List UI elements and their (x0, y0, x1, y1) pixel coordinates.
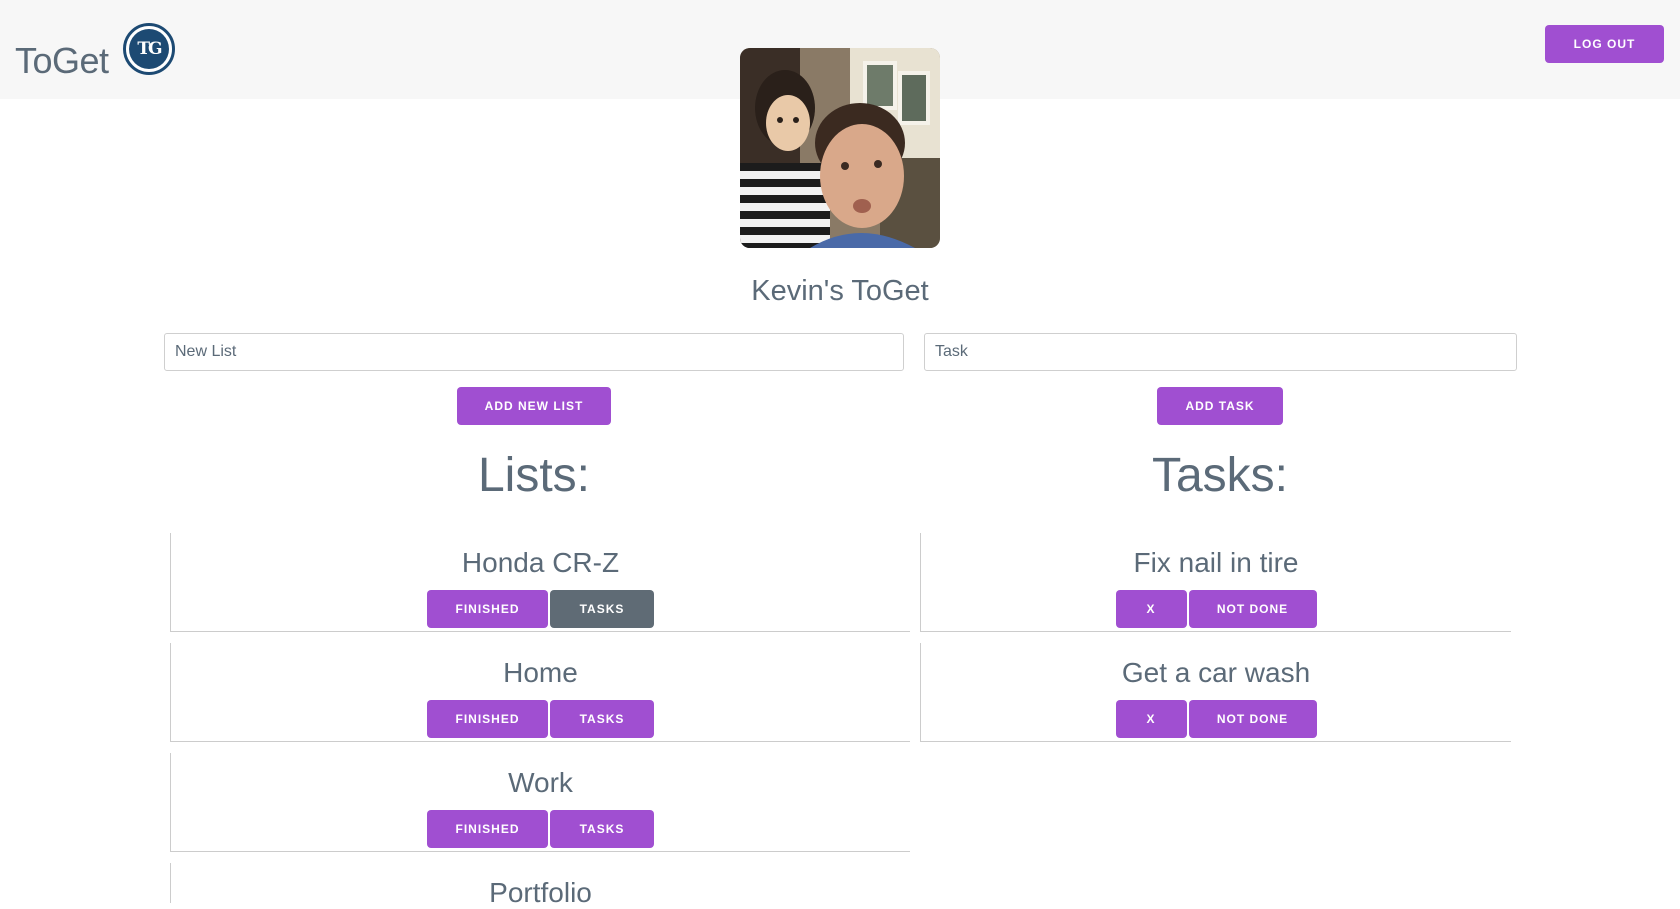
tasks-button[interactable]: TASKS (550, 810, 654, 848)
task-input[interactable] (924, 333, 1517, 371)
list-card: Honda CR-Z FINISHED TASKS (170, 533, 910, 632)
list-name: Home (503, 657, 578, 688)
add-task-button[interactable]: ADD TASK (1157, 387, 1283, 425)
task-card: Get a car wash X NOT DONE (920, 643, 1511, 742)
task-card: Fix nail in tire X NOT DONE (920, 533, 1511, 632)
finished-button[interactable]: FINISHED (427, 810, 548, 848)
tasks-button[interactable]: TASKS (550, 700, 654, 738)
logo-icon[interactable]: TG (123, 23, 175, 75)
task-actions: X NOT DONE (921, 700, 1511, 738)
tasks-heading: Tasks: (1151, 449, 1289, 502)
finished-button[interactable]: FINISHED (427, 700, 548, 738)
list-card: Work FINISHED TASKS (170, 753, 910, 852)
list-name: Portfolio (489, 877, 592, 908)
logout-button[interactable]: LOG OUT (1545, 25, 1664, 63)
list-actions: FINISHED TASKS (171, 810, 910, 848)
list-name: Honda CR-Z (461, 547, 620, 578)
add-new-list-button[interactable]: ADD NEW LIST (457, 387, 611, 425)
profile-photo-image (740, 48, 940, 248)
logo-monogram: TG (129, 29, 169, 69)
task-name: Get a car wash (1121, 657, 1311, 688)
lists-heading: Lists: (477, 449, 591, 502)
brand-name[interactable]: ToGet (15, 40, 109, 82)
list-card: Home FINISHED TASKS (170, 643, 910, 742)
list-actions: FINISHED TASKS (171, 590, 910, 628)
list-actions: FINISHED TASKS (171, 700, 910, 738)
list-name: Work (508, 767, 573, 798)
list-card: Portfolio (170, 863, 910, 908)
not-done-button[interactable]: NOT DONE (1188, 700, 1317, 738)
tasks-button[interactable]: TASKS (550, 590, 654, 628)
delete-task-button[interactable]: X (1115, 590, 1187, 628)
profile-photo (740, 48, 940, 248)
new-list-input[interactable] (164, 333, 904, 371)
delete-task-button[interactable]: X (1115, 700, 1187, 738)
page-title: Kevin's ToGet (751, 275, 929, 307)
task-actions: X NOT DONE (921, 590, 1511, 628)
task-name: Fix nail in tire (1133, 547, 1299, 578)
not-done-button[interactable]: NOT DONE (1188, 590, 1317, 628)
finished-button[interactable]: FINISHED (427, 590, 548, 628)
